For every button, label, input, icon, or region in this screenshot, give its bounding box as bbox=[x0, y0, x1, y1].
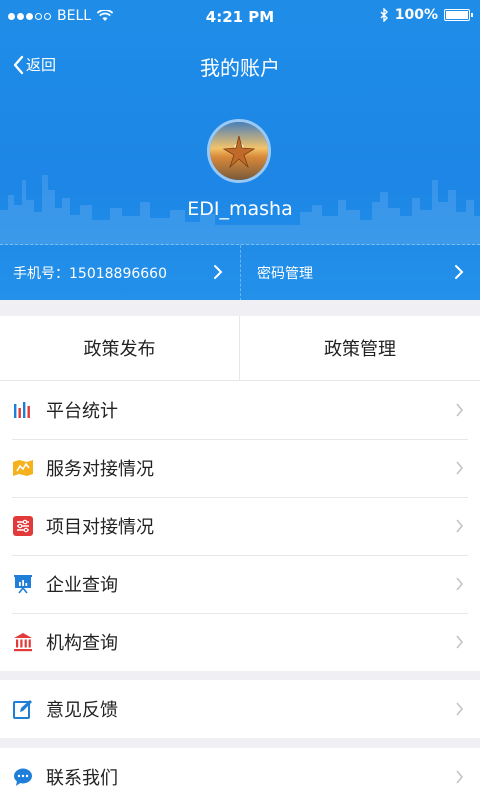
avatar[interactable] bbox=[207, 119, 271, 183]
chevron-right-icon bbox=[214, 265, 223, 279]
bar-chart-icon bbox=[12, 399, 34, 421]
menu-item-label: 服务对接情况 bbox=[46, 459, 154, 480]
edit-icon bbox=[12, 698, 34, 720]
menu-item-feedback[interactable]: 意见反馈 bbox=[0, 680, 480, 738]
chevron-right-icon bbox=[456, 702, 464, 716]
chevron-right-icon bbox=[456, 770, 464, 784]
menu-item-label: 项目对接情况 bbox=[46, 517, 154, 538]
status-right: 100% bbox=[380, 7, 473, 23]
menu-item-institution-query[interactable]: 机构查询 bbox=[0, 613, 480, 671]
menu-item-label: 联系我们 bbox=[46, 768, 118, 789]
list-settings-icon bbox=[12, 515, 34, 537]
policy-tabs: 政策发布 政策管理 bbox=[0, 316, 480, 381]
account-header: BELL 4:21 PM 100% 返回 我的账户 EDI_masha 手机号：… bbox=[0, 0, 480, 300]
battery-icon bbox=[444, 9, 473, 21]
menu-group-main: 平台统计 服务对接情况 项目对接情况 企业查询 机构查询 bbox=[0, 381, 480, 671]
menu-item-label: 平台统计 bbox=[46, 401, 118, 422]
chat-icon bbox=[12, 766, 34, 788]
nav-bar: 返回 我的账户 bbox=[0, 40, 480, 92]
menu-item-label: 意见反馈 bbox=[46, 700, 118, 721]
chevron-right-icon bbox=[455, 265, 464, 279]
phone-number-item[interactable]: 手机号：15018896660 bbox=[0, 245, 239, 300]
menu-item-label: 企业查询 bbox=[46, 575, 118, 596]
account-info-bar: 手机号：15018896660 密码管理 bbox=[0, 244, 480, 300]
menu-item-service-docking[interactable]: 服务对接情况 bbox=[0, 439, 480, 497]
chevron-right-icon bbox=[456, 577, 464, 591]
battery-percent: 100% bbox=[394, 7, 438, 23]
presentation-icon bbox=[12, 573, 34, 595]
menu-item-enterprise-query[interactable]: 企业查询 bbox=[0, 555, 480, 613]
status-bar: BELL 4:21 PM 100% bbox=[0, 0, 480, 34]
starfish-beach-photo bbox=[210, 122, 268, 180]
password-manage-label: 密码管理 bbox=[257, 266, 313, 282]
page-title: 我的账户 bbox=[200, 56, 280, 80]
chevron-right-icon bbox=[456, 461, 464, 475]
tab-policy-manage[interactable]: 政策管理 bbox=[240, 316, 480, 380]
menu-item-contact-us[interactable]: 联系我们 bbox=[0, 748, 480, 806]
chevron-right-icon bbox=[456, 635, 464, 649]
bank-icon bbox=[12, 631, 34, 653]
phone-number-label: 手机号：15018896660 bbox=[13, 266, 167, 282]
map-icon bbox=[12, 457, 34, 479]
username: EDI_masha bbox=[187, 198, 293, 220]
menu-item-project-docking[interactable]: 项目对接情况 bbox=[0, 497, 480, 555]
tab-policy-publish[interactable]: 政策发布 bbox=[0, 316, 240, 380]
menu-group-feedback: 意见反馈 bbox=[0, 680, 480, 738]
menu-group-contact: 联系我们 bbox=[0, 748, 480, 806]
menu-item-platform-stats[interactable]: 平台统计 bbox=[0, 381, 480, 439]
chevron-right-icon bbox=[456, 519, 464, 533]
bluetooth-icon bbox=[380, 8, 388, 22]
chevron-right-icon bbox=[456, 403, 464, 417]
password-manage-item[interactable]: 密码管理 bbox=[240, 245, 480, 300]
menu-item-label: 机构查询 bbox=[46, 633, 118, 654]
